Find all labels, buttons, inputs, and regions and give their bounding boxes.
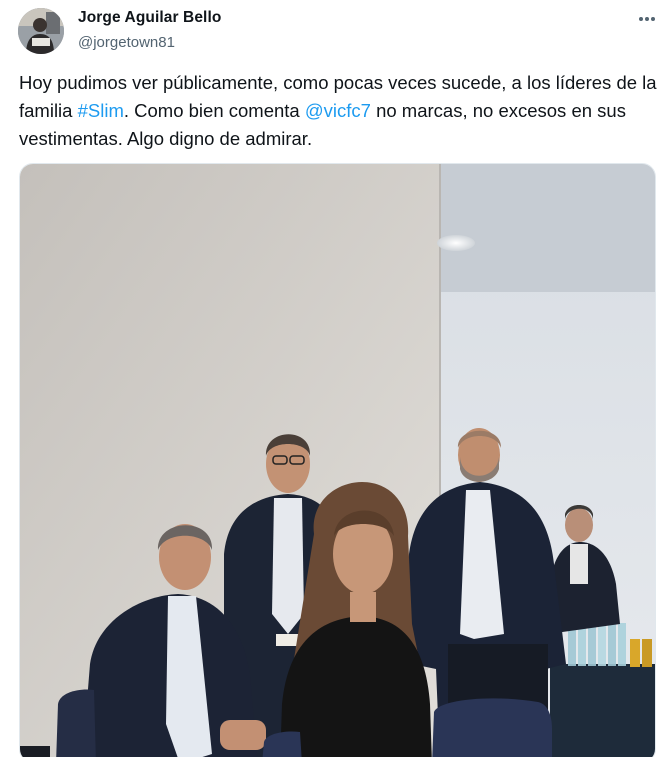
tweet-card: Jorge Aguilar Bello @jorgetown81 Hoy pud…: [0, 0, 672, 757]
user-avatar-icon: [18, 8, 64, 54]
table: [550, 664, 655, 757]
chair-right: [432, 698, 552, 757]
mention-link[interactable]: @vicfc7: [305, 100, 371, 121]
author-handle[interactable]: @jorgetown81: [78, 34, 175, 51]
tweet-text: Hoy pudimos ver públicamente, como pocas…: [19, 69, 659, 153]
ceiling: [440, 164, 655, 292]
chair-left: [56, 689, 96, 757]
hashtag-link[interactable]: #Slim: [78, 100, 124, 121]
tweet-text-part: . Como bien comenta: [123, 100, 305, 121]
tweet-photo[interactable]: [19, 163, 656, 757]
author-avatar[interactable]: [18, 8, 64, 54]
more-options-button[interactable]: [630, 8, 664, 30]
photo-scene: [20, 164, 655, 757]
author-display-name[interactable]: Jorge Aguilar Bello: [78, 9, 221, 27]
more-horizontal-icon: [639, 17, 655, 21]
ceiling-light: [437, 235, 475, 251]
